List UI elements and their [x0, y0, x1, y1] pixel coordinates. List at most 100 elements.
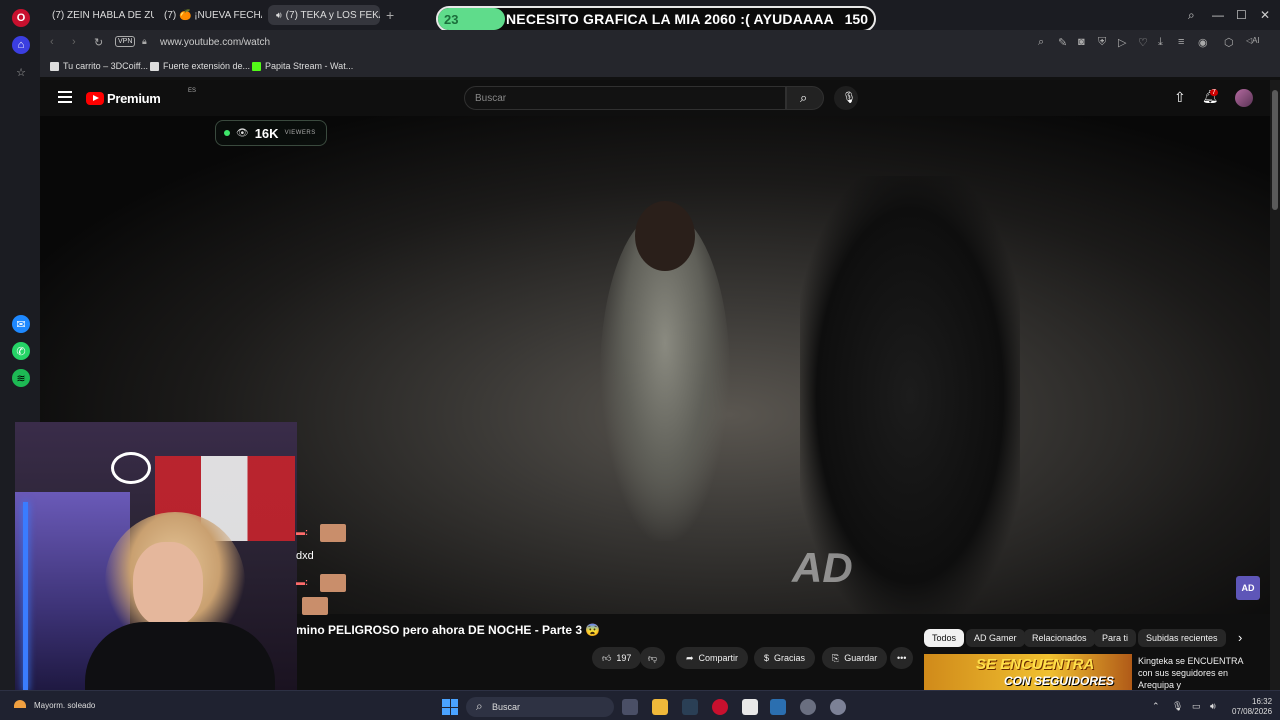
bookmark-item[interactable]: Fuerte extensión de... — [150, 61, 250, 71]
youtube-logo[interactable]: Premium — [86, 91, 161, 106]
thumbnail-subtext: CON SEGUIDORES — [1004, 674, 1115, 688]
share-button[interactable]: ➦ Compartir — [676, 647, 749, 669]
chat-emote-icon — [320, 524, 346, 542]
weather-text[interactable]: Mayorm. soleado — [34, 701, 95, 710]
chip-para-ti[interactable]: Para ti — [1094, 629, 1137, 647]
voice-search-button[interactable]: 🎙︎ — [834, 86, 858, 110]
thanks-button[interactable]: $ Gracias — [754, 647, 816, 669]
save-button[interactable]: ⎘ Guardar — [822, 647, 888, 669]
obs-icon[interactable] — [800, 699, 816, 715]
spotify-icon[interactable]: ≋ — [12, 369, 30, 387]
reload-icon[interactable]: ↻ — [94, 36, 103, 49]
goal-current: 23 — [444, 12, 459, 27]
opera-logo-icon[interactable]: O — [12, 9, 30, 27]
viewer-count: 16K — [254, 125, 279, 141]
task-view-icon[interactable] — [622, 699, 638, 715]
extensions-icon[interactable]: ⬡ — [1224, 36, 1234, 49]
channel-badge[interactable]: AD — [1236, 576, 1260, 600]
close-button[interactable]: ✕ — [1260, 8, 1270, 22]
player-icon[interactable]: ▷ — [1118, 36, 1126, 49]
lock-icon[interactable]: 🔒︎ — [142, 36, 147, 47]
search-button[interactable]: ⌕ — [786, 86, 824, 110]
minimize-button[interactable]: — — [1212, 8, 1224, 22]
taskbar-search[interactable]: Buscar — [466, 697, 614, 717]
star-icon[interactable]: ☆ — [12, 63, 30, 81]
bookmark-item[interactable]: Tu carrito – 3DCoiff... — [50, 61, 148, 71]
camera-icon[interactable]: ◙ — [1078, 36, 1085, 48]
webcam-person-body — [85, 622, 275, 692]
share-label: Compartir — [698, 653, 739, 663]
clock-date: 07/08/2026 — [1232, 707, 1273, 716]
hamburger-menu-icon[interactable] — [58, 91, 72, 103]
recommendation-thumbnail[interactable]: SE ENCUENTRA CON SEGUIDORES — [924, 654, 1132, 690]
recommendation-title[interactable]: Kingteka se ENCUENTRA con sus seguidores… — [1138, 655, 1260, 691]
profile-icon[interactable]: ◉ — [1198, 36, 1208, 49]
viewer-count-pill: 👁︎ 16K VIEWERS — [215, 120, 327, 146]
taskbar-clock[interactable]: 16:32 07/08/2026 — [1232, 697, 1272, 717]
region-code: ES — [188, 88, 197, 94]
settings-icon[interactable] — [830, 699, 846, 715]
opera-taskbar-icon[interactable] — [712, 699, 728, 715]
zoom-icon[interactable]: ⌕ — [1038, 36, 1044, 49]
display-icon[interactable]: ▭ — [1192, 701, 1201, 712]
scrollbar-thumb[interactable] — [1272, 90, 1278, 210]
chip-subidas-recientes[interactable]: Subidas recientes — [1138, 629, 1226, 647]
app-icon[interactable] — [682, 699, 698, 715]
bookmark-favicon-icon — [50, 61, 59, 71]
thanks-label: Gracias — [774, 653, 806, 663]
windows-start-icon[interactable] — [442, 699, 458, 715]
page-scrollbar[interactable] — [1270, 80, 1280, 690]
search-icon: ⌕ — [800, 90, 808, 105]
goal-target: 150 — [844, 11, 868, 27]
tab-label: (7) ZEIN HABLA DE ZULLY — [52, 9, 154, 21]
maximize-button[interactable]: ☐ — [1236, 8, 1247, 22]
channel-watermark: AD — [792, 544, 853, 591]
messenger-icon[interactable]: ✉ — [12, 315, 30, 333]
bookmark-favicon-icon — [150, 61, 159, 71]
ai-icon[interactable]: ◁AI — [1246, 36, 1260, 45]
dislike-button[interactable]: 👎︎ — [640, 647, 666, 669]
avatar[interactable] — [1235, 89, 1253, 107]
weather-icon — [14, 700, 26, 708]
back-icon[interactable]: ‹ — [50, 36, 54, 48]
chat-message: dxd — [296, 550, 314, 562]
chat-username: ▬: — [296, 577, 308, 587]
tab-zein[interactable]: (7) ZEIN HABLA DE ZULLY — [44, 5, 154, 25]
file-explorer-icon[interactable] — [652, 699, 668, 715]
download-icon[interactable]: ⤓ — [1158, 36, 1163, 49]
shield-icon[interactable]: ⛨ — [1098, 36, 1106, 49]
search-tabs-icon[interactable]: ⌕ — [1188, 8, 1195, 23]
bookmark-label: Papita Stream - Wat... — [265, 61, 354, 71]
live-dot-icon — [224, 130, 230, 136]
tab-nueva-fecha[interactable]: (7) 🍊 ¡NUEVA FECHA para — [156, 5, 262, 25]
volume-icon[interactable]: 🔊︎ — [1210, 701, 1216, 712]
tray-chevron-icon[interactable]: ⌃ — [1152, 701, 1160, 712]
bookmark-item[interactable]: Papita Stream - Wat... — [252, 61, 353, 71]
bookmark-icon: ⎘ — [832, 652, 840, 663]
new-tab-button[interactable]: + — [386, 8, 400, 22]
thumbs-up-icon: 👍︎ — [602, 652, 612, 663]
tab-teka[interactable]: 🔊︎ (7) TEKA y LOS FEKAS — [268, 5, 380, 25]
heart-icon[interactable]: ♡ — [1138, 36, 1148, 49]
microphone-icon[interactable]: 🎙︎ — [1172, 701, 1183, 712]
chip-todos[interactable]: Todos — [924, 629, 965, 647]
home-icon[interactable]: ⌂ — [12, 36, 30, 54]
url-field[interactable]: www.youtube.com/watch — [160, 37, 270, 48]
vpn-badge[interactable]: VPN — [115, 36, 136, 47]
whatsapp-icon[interactable]: ✆ — [12, 342, 30, 360]
search-input[interactable]: Buscar — [464, 86, 786, 110]
tab-label: (7) 🍊 ¡NUEVA FECHA para — [164, 9, 262, 21]
chevron-right-icon[interactable]: › — [1238, 630, 1242, 645]
mic-icon: 🎙︎ — [842, 92, 856, 104]
planet-logo-icon — [111, 452, 151, 484]
edit-icon[interactable]: ✎ — [1058, 36, 1067, 49]
chip-ad-gamer[interactable]: AD Gamer — [966, 629, 1025, 647]
chip-relacionados[interactable]: Relacionados — [1024, 629, 1095, 647]
webcam-person-face — [133, 542, 203, 627]
notepad-icon[interactable] — [742, 699, 758, 715]
steam-icon[interactable] — [770, 699, 786, 715]
like-button[interactable]: 👍︎ 197 — [592, 647, 642, 669]
menu-icon[interactable]: ≡ — [1178, 36, 1184, 48]
upload-icon[interactable]: ⇧ — [1174, 89, 1186, 106]
forward-icon[interactable]: › — [72, 36, 76, 48]
